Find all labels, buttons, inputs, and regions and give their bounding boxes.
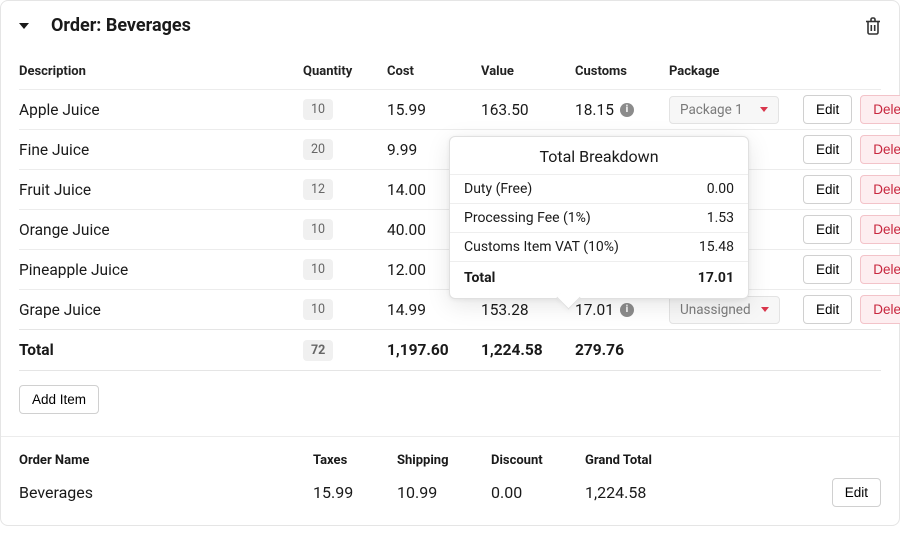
quantity-pill[interactable]: 10: [303, 219, 333, 240]
popover-row: Processing Fee (1%) 1.53: [450, 203, 748, 232]
customs-value: 18.15: [575, 101, 614, 119]
info-icon[interactable]: i: [620, 303, 634, 317]
footer-label-taxes: Taxes: [313, 453, 393, 468]
cell-description: Apple Juice: [19, 101, 299, 119]
col-description: Description: [19, 64, 299, 79]
col-customs: Customs: [575, 64, 665, 79]
edit-button[interactable]: Edit: [803, 295, 852, 324]
footer-grand-total: 1,224.58: [585, 483, 705, 502]
cell-description: Pineapple Juice: [19, 261, 299, 279]
trash-icon: [865, 17, 881, 35]
cell-customs: 17.01 i: [575, 301, 665, 319]
popover-row: Duty (Free) 0.00: [450, 174, 748, 203]
quantity-pill[interactable]: 12: [303, 179, 333, 200]
delete-button[interactable]: Delete: [860, 255, 900, 284]
cell-value: 153.28: [481, 301, 571, 319]
delete-button[interactable]: Delete: [860, 215, 900, 244]
quantity-pill[interactable]: 10: [303, 99, 333, 120]
popover-title: Total Breakdown: [450, 137, 748, 174]
total-cost: 1,197.60: [387, 341, 477, 359]
popover-row-value: 15.48: [699, 239, 734, 255]
cell-description: Fine Juice: [19, 141, 299, 159]
popover-row: Customs Item VAT (10%) 15.48: [450, 232, 748, 261]
quantity-pill[interactable]: 10: [303, 259, 333, 280]
quantity-pill-total: 72: [303, 340, 333, 361]
popover-row-value: 1.53: [707, 210, 734, 226]
popover-row-label: Processing Fee (1%): [464, 210, 591, 226]
cell-cost: 15.99: [387, 101, 477, 119]
col-value: Value: [481, 64, 571, 79]
popover-row-label: Customs Item VAT (10%): [464, 239, 619, 255]
info-icon[interactable]: i: [620, 103, 634, 117]
edit-button[interactable]: Edit: [803, 175, 852, 204]
footer-label-shipping: Shipping: [397, 453, 487, 468]
popover-row-value: 0.00: [707, 181, 734, 197]
footer-order-name: Beverages: [19, 483, 309, 502]
package-select[interactable]: Package 1: [669, 96, 779, 124]
delete-button[interactable]: Delete: [860, 95, 900, 124]
package-select-label: Unassigned: [680, 302, 751, 318]
edit-button[interactable]: Edit: [803, 255, 852, 284]
popover-total-label: Total: [464, 270, 495, 286]
footer-taxes: 15.99: [313, 483, 393, 502]
popover-row-label: Duty (Free): [464, 181, 532, 197]
package-select-label: Package 1: [680, 102, 743, 118]
footer-label-grand-total: Grand Total: [585, 453, 705, 468]
quantity-pill[interactable]: 10: [303, 299, 333, 320]
footer-label-order-name: Order Name: [19, 453, 309, 468]
card-header: Order: Beverages: [1, 1, 899, 46]
col-quantity: Quantity: [303, 64, 383, 79]
chevron-down-icon: [760, 107, 768, 112]
delete-order-button[interactable]: [865, 17, 881, 35]
footer-shipping: 10.99: [397, 483, 487, 502]
col-package: Package: [669, 64, 799, 79]
footer-label-discount: Discount: [491, 453, 581, 468]
table-row: Apple Juice 10 15.99 163.50 18.15 i Pack…: [19, 89, 881, 129]
cell-customs: 18.15 i: [575, 101, 665, 119]
cell-description: Fruit Juice: [19, 181, 299, 199]
customs-value: 17.01: [575, 301, 614, 319]
col-cost: Cost: [387, 64, 477, 79]
order-summary: Order Name Taxes Shipping Discount Grand…: [1, 437, 899, 525]
quantity-pill[interactable]: 20: [303, 139, 333, 160]
edit-button[interactable]: Edit: [803, 95, 852, 124]
cell-description: Orange Juice: [19, 221, 299, 239]
edit-button[interactable]: Edit: [803, 135, 852, 164]
total-label: Total: [19, 341, 299, 359]
delete-button[interactable]: Delete: [860, 295, 900, 324]
footer-discount: 0.00: [491, 483, 581, 502]
delete-button[interactable]: Delete: [860, 135, 900, 164]
order-card: Order: Beverages Description Quantity Co…: [0, 0, 900, 526]
collapse-toggle-icon[interactable]: [19, 23, 29, 29]
card-title: Order: Beverages: [51, 15, 191, 36]
customs-breakdown-popover: Total Breakdown Duty (Free) 0.00 Process…: [449, 136, 749, 299]
chevron-down-icon: [761, 307, 769, 312]
edit-summary-button[interactable]: Edit: [832, 478, 881, 507]
cell-cost: 14.99: [387, 301, 477, 319]
popover-total-row: Total 17.01: [450, 261, 748, 298]
package-select[interactable]: Unassigned: [669, 296, 780, 324]
table-total-row: Total 72 1,197.60 1,224.58 279.76: [19, 329, 881, 371]
cell-value: 163.50: [481, 101, 571, 119]
table-header-row: Description Quantity Cost Value Customs …: [19, 58, 881, 89]
cell-description: Grape Juice: [19, 301, 299, 319]
edit-button[interactable]: Edit: [803, 215, 852, 244]
add-item-button[interactable]: Add Item: [19, 385, 99, 414]
delete-button[interactable]: Delete: [860, 175, 900, 204]
add-item-wrap: Add Item: [1, 371, 899, 437]
total-value: 1,224.58: [481, 341, 571, 359]
popover-total-value: 17.01: [698, 270, 734, 286]
total-customs: 279.76: [575, 341, 665, 359]
